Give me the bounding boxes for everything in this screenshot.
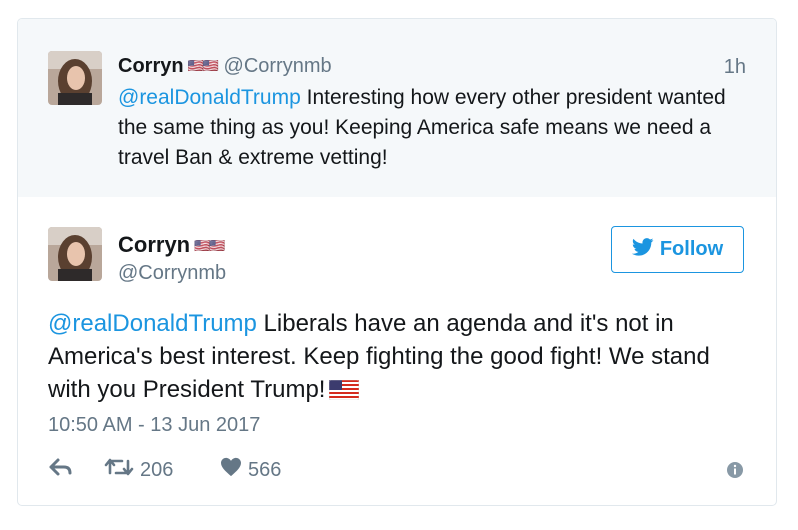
info-icon[interactable] (726, 461, 744, 485)
us-flag-icon (329, 376, 360, 409)
reply-button[interactable] (48, 457, 104, 483)
like-count: 566 (248, 458, 282, 481)
follow-label: Follow (659, 238, 724, 260)
parent-tweet-header: Corryn 🇺🇸🇺🇸 @Corrynmb (118, 52, 748, 80)
tweet-time[interactable]: 1h (724, 53, 746, 81)
avatar[interactable] (48, 51, 102, 105)
author-name-text[interactable]: Corryn (118, 232, 190, 257)
author-name[interactable]: Corryn 🇺🇸🇺🇸 (118, 231, 226, 260)
like-button[interactable]: 566 (220, 457, 281, 483)
mention-link[interactable]: @realDonaldTrump (48, 310, 257, 337)
retweet-count: 206 (140, 458, 174, 481)
tweet-timestamp[interactable]: 10:50 AM - 13 Jun 2017 (48, 411, 260, 439)
retweet-icon (104, 457, 134, 483)
flag-emojis: 🇺🇸🇺🇸 (187, 58, 219, 73)
reply-icon (48, 457, 74, 483)
author-name[interactable]: Corryn (118, 55, 184, 77)
tweet-actions: 206 566 (48, 455, 748, 485)
author-handle[interactable]: @Corrynmb (118, 259, 226, 287)
author-handle[interactable]: @Corrynmb (224, 55, 332, 77)
avatar[interactable] (48, 227, 102, 281)
heart-icon (220, 457, 242, 483)
retweet-button[interactable]: 206 (104, 457, 204, 483)
twitter-bird-icon (631, 237, 654, 262)
follow-button[interactable]: Follow (611, 226, 744, 273)
parent-tweet-text: @realDonaldTrump Interesting how every o… (118, 83, 748, 173)
main-tweet-text: @realDonaldTrump Liberals have an agenda… (48, 307, 748, 409)
mention-link[interactable]: @realDonaldTrump (118, 86, 301, 109)
parent-tweet[interactable]: Corryn 🇺🇸🇺🇸 @Corrynmb 1h @realDonaldTrump… (18, 19, 776, 197)
flag-emojis: 🇺🇸🇺🇸 (194, 238, 225, 253)
embedded-tweet-card: Corryn 🇺🇸🇺🇸 @Corrynmb 1h @realDonaldTrump… (17, 18, 777, 506)
